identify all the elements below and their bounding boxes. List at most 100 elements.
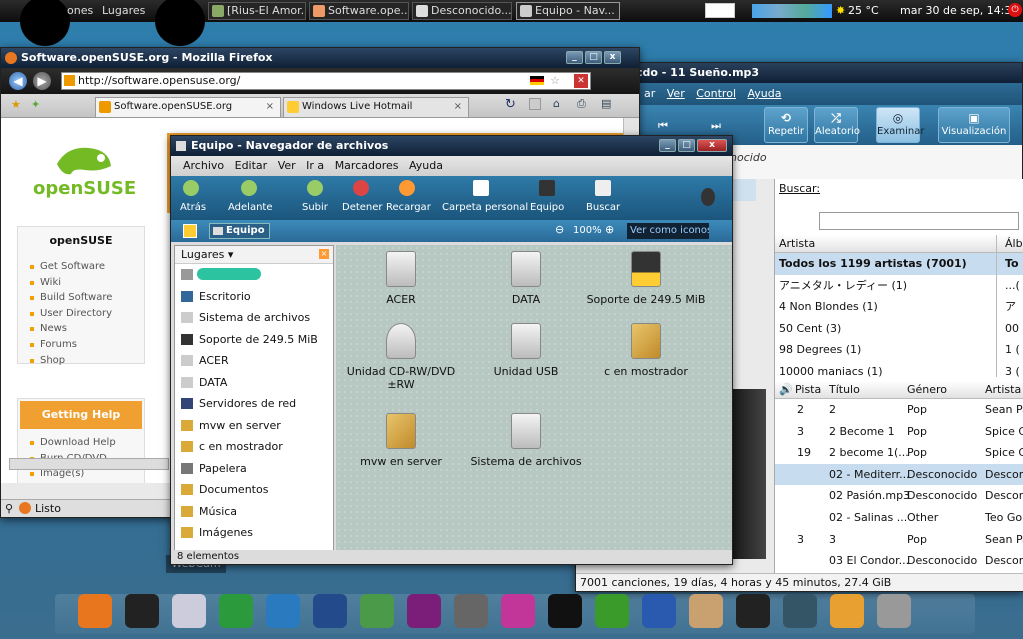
menu-ayuda[interactable]: Ayuda: [748, 87, 782, 100]
url-bar[interactable]: http://software.opensuse.org/ ☆ ✕: [61, 72, 591, 90]
link-user-directory[interactable]: User Directory: [28, 306, 144, 322]
excel-icon[interactable]: [595, 594, 629, 628]
close-tab-icon[interactable]: ×: [454, 98, 462, 116]
sida-icon[interactable]: [689, 594, 723, 628]
repeat-button[interactable]: ⟲ Repetir: [764, 107, 808, 143]
monitor-icon[interactable]: [313, 594, 347, 628]
folder-icon[interactable]: [830, 594, 864, 628]
track-row[interactable]: 22PopSean Pa: [775, 399, 1023, 421]
edit-location-icon[interactable]: [183, 224, 197, 238]
link-forums[interactable]: Forums: [28, 337, 144, 353]
home-icon[interactable]: ⌂: [553, 97, 560, 110]
task-firefox[interactable]: Software.ope...: [309, 2, 409, 20]
tab-hotmail[interactable]: Windows Live Hotmail ×: [283, 97, 469, 117]
place-mvw-server[interactable]: mvw en server: [175, 415, 333, 437]
forward-button[interactable]: Adelante: [228, 202, 272, 213]
back-icon[interactable]: ◀: [9, 72, 27, 90]
album-row[interactable]: 00: [997, 318, 1023, 340]
col-genero[interactable]: Género: [907, 381, 947, 398]
trash-icon[interactable]: [877, 594, 911, 628]
forward-icon[interactable]: ▶: [33, 72, 51, 90]
close-tab-icon[interactable]: ×: [266, 98, 274, 116]
minimize-button[interactable]: _: [659, 139, 676, 152]
link-get-software[interactable]: Get Software: [28, 259, 144, 275]
link-build-software[interactable]: Build Software: [28, 290, 144, 306]
zoom-in-icon[interactable]: ⊕: [605, 223, 614, 236]
minimize-button[interactable]: _: [566, 51, 583, 64]
messenger-icon[interactable]: [219, 594, 253, 628]
page-menu-icon[interactable]: ▤: [601, 97, 611, 110]
link-shop[interactable]: Shop: [28, 353, 144, 369]
menu-archivo[interactable]: Archivo: [183, 159, 224, 172]
close-button[interactable]: x: [697, 139, 727, 152]
menu-marcadores[interactable]: Marcadores: [335, 159, 399, 172]
search-input[interactable]: [819, 212, 1019, 230]
desktop-icon[interactable]: [783, 594, 817, 628]
places-header[interactable]: Lugares ▾ ×: [175, 246, 333, 264]
link-wiki[interactable]: Wiki: [28, 275, 144, 291]
col-pista[interactable]: Pista: [795, 381, 821, 398]
task-music[interactable]: [Rius-El Amor...: [208, 2, 306, 20]
item-c-mostrador[interactable]: c en mostrador: [586, 323, 706, 378]
terminal-icon[interactable]: [548, 594, 582, 628]
track-row[interactable]: 03 El Condor... Desconocido Descon: [775, 550, 1023, 572]
location-button[interactable]: Equipo: [209, 223, 270, 239]
album-row[interactable]: 3 (: [997, 361, 1023, 383]
webcam-icon[interactable]: [172, 594, 206, 628]
reload-icon[interactable]: ↻: [505, 97, 516, 112]
artist-row[interactable]: 4 Non Blondes (1): [775, 296, 996, 318]
place-imagenes[interactable]: Imágenes: [175, 522, 333, 544]
tray-icons[interactable]: [752, 4, 832, 18]
link-news[interactable]: News: [28, 321, 144, 337]
maximize-button[interactable]: □: [585, 51, 602, 64]
m-icon[interactable]: [407, 594, 441, 628]
menu-ir-a[interactable]: Ir a: [306, 159, 324, 172]
link-download-help[interactable]: Download Help: [28, 435, 144, 451]
previous-icon[interactable]: ⏮: [658, 119, 668, 133]
fox-icon[interactable]: [78, 594, 112, 628]
visualization-button[interactable]: ▣ Visualización: [938, 107, 1010, 143]
firefox-icon[interactable]: [642, 594, 676, 628]
shuffle-button[interactable]: ⤮ Aleatorio: [814, 107, 860, 143]
menu-ayuda[interactable]: Ayuda: [409, 159, 443, 172]
next-icon[interactable]: ⏭: [711, 119, 721, 133]
menu-places[interactable]: Lugares: [102, 4, 145, 17]
place-c-mostrador[interactable]: c en mostrador: [175, 436, 333, 458]
item-acer[interactable]: ACER: [341, 251, 461, 306]
item-usb[interactable]: Unidad USB: [466, 323, 586, 378]
zoom-out-icon[interactable]: ⊖: [555, 223, 564, 236]
place-soporte[interactable]: Soporte de 249.5 MiB: [175, 329, 333, 351]
reload-button[interactable]: Recargar: [386, 202, 431, 213]
scrollbar[interactable]: [9, 458, 169, 470]
album-row[interactable]: ア: [997, 296, 1023, 318]
task-nautilus[interactable]: Equipo - Nav...: [516, 2, 620, 20]
track-row[interactable]: 19 2 become 1(... Pop Spice G: [775, 442, 1023, 464]
stop-icon[interactable]: ✕: [574, 74, 588, 88]
menu-ver[interactable]: Ver: [278, 159, 296, 172]
close-pane-icon[interactable]: ×: [319, 249, 329, 259]
search-button[interactable]: Buscar: [586, 202, 620, 213]
menu-editar[interactable]: Editar: [235, 159, 268, 172]
track-row[interactable]: 32 Become 1 Pop Spice G: [775, 421, 1023, 443]
workspace-switcher[interactable]: [705, 3, 735, 18]
col-artista[interactable]: Artista: [985, 381, 1021, 398]
menu-control[interactable]: Control: [696, 87, 736, 100]
track-row[interactable]: 02 - Mediterr... Desconocido Descon: [775, 463, 1023, 486]
place-sistema-archivos[interactable]: Sistema de archivos: [175, 307, 333, 329]
home-button[interactable]: Carpeta personal: [442, 202, 528, 213]
system-icon[interactable]: [736, 594, 770, 628]
track-row[interactable]: 02 Pasión.mp3 Desconocido Descon: [775, 485, 1023, 507]
photo-icon[interactable]: [360, 594, 394, 628]
close-button[interactable]: x: [604, 51, 621, 64]
menu-reproducir[interactable]: ar: [644, 87, 655, 100]
bookmarks-icon[interactable]: ★: [11, 98, 21, 111]
place-escritorio[interactable]: Escritorio: [175, 286, 333, 308]
item-data[interactable]: DATA: [466, 251, 586, 306]
browse-button[interactable]: ◎ Examinar: [876, 107, 924, 143]
tab-software-opensuse[interactable]: Software.openSUSE.org ×: [95, 97, 281, 117]
bookmark-star-icon[interactable]: ☆: [550, 73, 560, 89]
artist-row[interactable]: アニメタル・レディー (1): [775, 275, 996, 297]
maximize-button[interactable]: □: [678, 139, 695, 152]
menu-ver[interactable]: Ver: [667, 87, 685, 100]
bookmarks-menu-icon[interactable]: ✦: [31, 98, 40, 111]
